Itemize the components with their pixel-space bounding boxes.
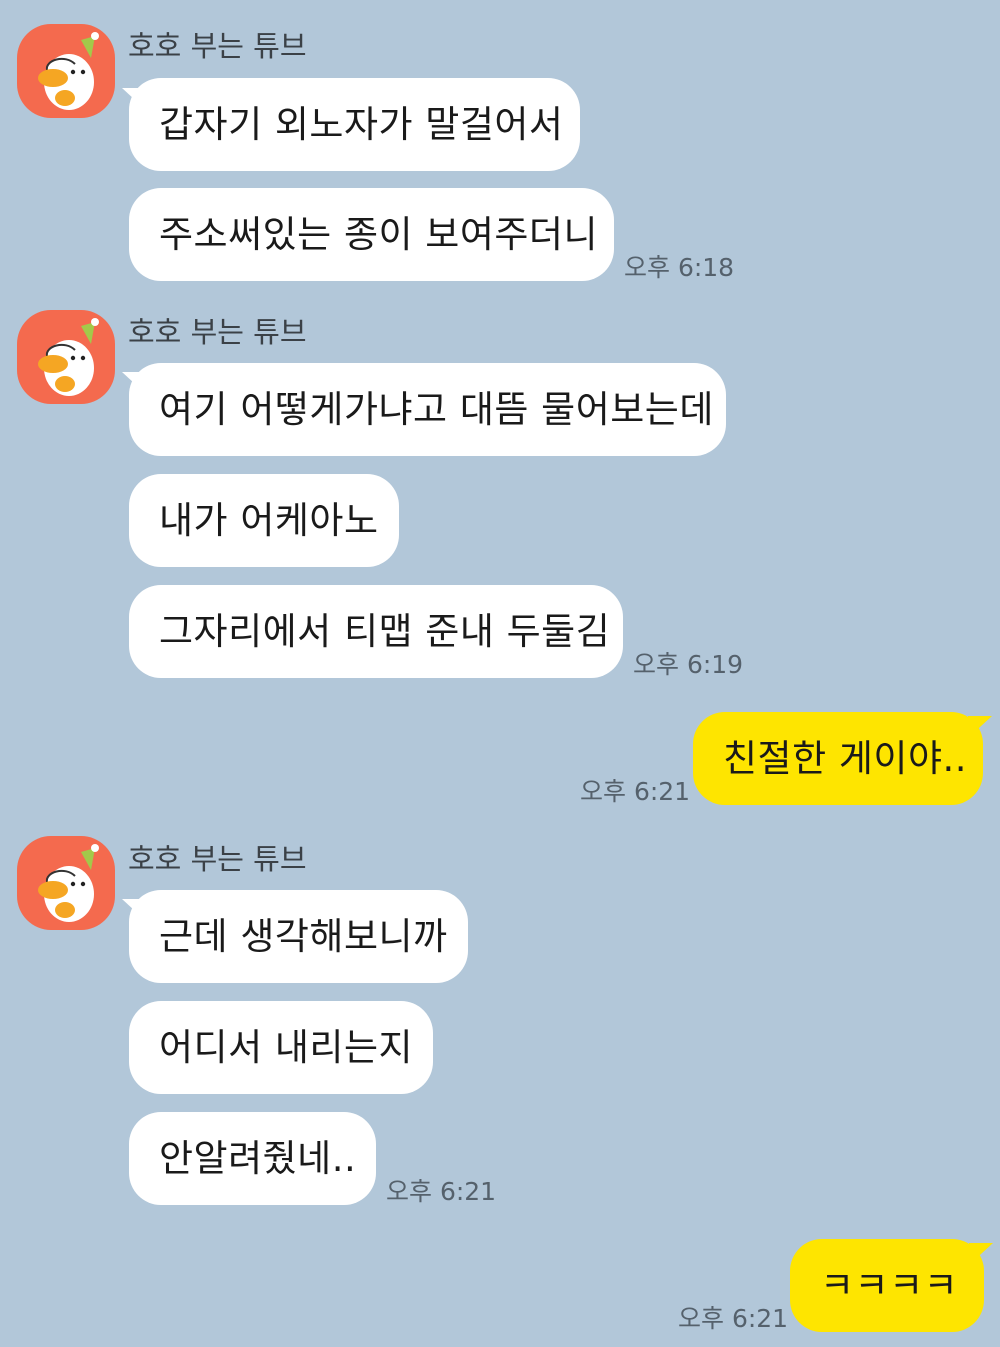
bubble-tail bbox=[968, 716, 992, 738]
message-bubble[interactable]: 그자리에서 티맵 준내 두둘김 bbox=[129, 585, 623, 678]
sender-name: 호호 부는 튜브 bbox=[128, 842, 307, 876]
sender-avatar[interactable] bbox=[17, 24, 115, 118]
message-time: 오후 6:21 bbox=[386, 1177, 497, 1206]
my-message-bubble[interactable]: ㅋㅋㅋㅋ bbox=[790, 1239, 984, 1332]
bubble-tail bbox=[969, 1243, 993, 1265]
message-bubble[interactable]: 근데 생각해보니까 bbox=[129, 890, 468, 983]
my-message-bubble[interactable]: 친절한 게이야.. bbox=[693, 712, 983, 805]
message-bubble[interactable]: 내가 어케아노 bbox=[129, 474, 399, 567]
sender-name: 호호 부는 튜브 bbox=[128, 315, 307, 349]
message-time: 오후 6:19 bbox=[633, 650, 744, 679]
message-time: 오후 6:18 bbox=[624, 253, 735, 282]
tube-duck-character-icon bbox=[38, 318, 99, 396]
message-time: 오후 6:21 bbox=[678, 1304, 789, 1333]
sender-avatar[interactable] bbox=[17, 836, 115, 930]
tube-duck-character-icon bbox=[38, 32, 99, 110]
tube-duck-character-icon bbox=[38, 844, 99, 922]
sender-avatar[interactable] bbox=[17, 310, 115, 404]
message-time: 오후 6:21 bbox=[580, 777, 691, 806]
message-bubble[interactable]: 여기 어떻게가냐고 대뜸 물어보는데 bbox=[129, 363, 726, 456]
message-bubble[interactable]: 주소써있는 종이 보여주더니 bbox=[129, 188, 614, 281]
message-bubble[interactable]: 갑자기 외노자가 말걸어서 bbox=[129, 78, 580, 171]
sender-name: 호호 부는 튜브 bbox=[128, 29, 307, 63]
message-bubble[interactable]: 안알려줬네.. bbox=[129, 1112, 376, 1205]
message-bubble[interactable]: 어디서 내리는지 bbox=[129, 1001, 433, 1094]
